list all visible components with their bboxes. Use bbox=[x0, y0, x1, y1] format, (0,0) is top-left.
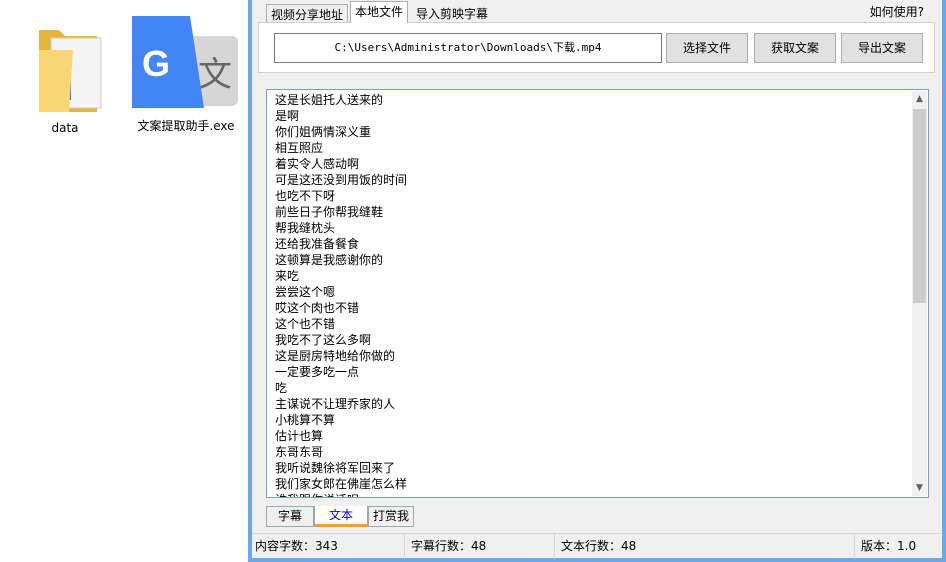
transcript-line: 这是长姐托人送来的 bbox=[275, 93, 384, 107]
status-subtitle-lines: 字幕行数：48 bbox=[404, 534, 486, 559]
tab-import-jianying[interactable]: 导入剪映字幕 bbox=[412, 4, 493, 23]
status-bar: 内容字数：343 字幕行数：48 文本行数：48 版本：1.0 bbox=[252, 533, 942, 559]
transcript-line: 前些日子你帮我缝鞋 bbox=[275, 205, 384, 219]
transcript-line: 吃 bbox=[275, 381, 288, 395]
status-text-lines: 文本行数：48 bbox=[554, 534, 636, 559]
transcript-line: 尝尝这个嗯 bbox=[275, 285, 336, 299]
transcript-lines: 这是长姐托人送来的 是啊你们姐俩情深义重 相互照应着实令人感动啊可是这还没到用饭的时… bbox=[275, 92, 408, 497]
desktop-icon-label: data bbox=[51, 121, 79, 135]
desktop-icon-data[interactable]: data bbox=[15, 20, 115, 135]
scroll-up-icon[interactable]: ▲ bbox=[912, 91, 927, 107]
vertical-scrollbar[interactable]: ▲ ▼ bbox=[912, 91, 927, 496]
help-link[interactable]: 如何使用? bbox=[870, 3, 924, 20]
transcript-line: 谁我跟你说话呢 bbox=[275, 492, 407, 497]
transcript-line: 哎这个肉也不错 bbox=[275, 301, 360, 315]
translate-app-icon: 文 G bbox=[132, 16, 238, 108]
scrollbar-thumb[interactable] bbox=[913, 109, 926, 303]
scroll-down-icon[interactable]: ▼ bbox=[912, 480, 927, 496]
app-window: 视频分享地址 本地文件 导入剪映字幕 如何使用? C:\Users\Admini… bbox=[248, 0, 946, 562]
svg-text:G: G bbox=[142, 43, 170, 84]
tab-tip-me[interactable]: 打赏我 bbox=[368, 506, 414, 527]
file-path-input[interactable]: C:\Users\Administrator\Downloads\下载.mp4 bbox=[274, 33, 662, 63]
transcript-line: 还给我准备餐食 bbox=[275, 237, 360, 251]
transcript-line: 主谋说不让理乔家的人 bbox=[275, 397, 396, 411]
svg-text:文: 文 bbox=[198, 55, 232, 95]
transcript-line: 东哥东哥 bbox=[275, 445, 324, 459]
status-content-chars: 内容字数：343 bbox=[255, 539, 338, 553]
transcript-line: 来吃 bbox=[275, 269, 300, 283]
transcript-line: 一定要多吃一点 bbox=[275, 365, 360, 379]
tab-local-file[interactable]: 本地文件 bbox=[350, 1, 409, 23]
status-version: 版本：1.0 bbox=[854, 534, 916, 559]
transcript-line: 相互照应 bbox=[275, 141, 324, 155]
tab-subtitles[interactable]: 字幕 bbox=[266, 506, 314, 527]
transcript-line: 可是这还没到用饭的时间 bbox=[275, 173, 408, 187]
transcript-line: 也吃不下呀 bbox=[275, 189, 336, 203]
select-file-button[interactable]: 选择文件 bbox=[666, 33, 748, 63]
transcript-line: 这个也不错 bbox=[275, 317, 336, 331]
transcript-line: 是啊 bbox=[275, 109, 300, 123]
transcript-line: 这是厨房特地给你做的 bbox=[275, 349, 396, 363]
transcript-line: 我听说魏徐将军回来了 bbox=[275, 461, 396, 475]
tab-video-share-url[interactable]: 视频分享地址 bbox=[266, 4, 349, 23]
tab-text[interactable]: 文本 bbox=[314, 506, 368, 527]
transcript-line: 着实令人感动啊 bbox=[275, 157, 360, 171]
desktop-icon-translator-exe[interactable]: 文 G 文案提取助手.exe bbox=[132, 14, 238, 134]
folder-icon bbox=[39, 30, 102, 112]
transcript-line: 你们姐俩情深义重 bbox=[275, 125, 372, 139]
transcript-line: 我们家女郎在佛崖怎么样 bbox=[275, 477, 408, 491]
transcript-line: 我吃不了这么多啊 bbox=[275, 333, 372, 347]
transcript-line: 帮我缝枕头 bbox=[275, 221, 336, 235]
fetch-text-button[interactable]: 获取文案 bbox=[754, 33, 836, 63]
transcript-line: 估计也算 bbox=[275, 429, 324, 443]
export-text-button[interactable]: 导出文案 bbox=[841, 33, 923, 63]
desktop-icon-label: 文案提取助手.exe bbox=[137, 119, 235, 133]
transcript-line: 这顿算是我感谢你的 bbox=[275, 253, 384, 267]
transcript-textarea[interactable]: 这是长姐托人送来的 是啊你们姐俩情深义重 相互照应着实令人感动啊可是这还没到用饭的时… bbox=[266, 89, 929, 498]
transcript-line: 小桃算不算 bbox=[275, 413, 336, 427]
